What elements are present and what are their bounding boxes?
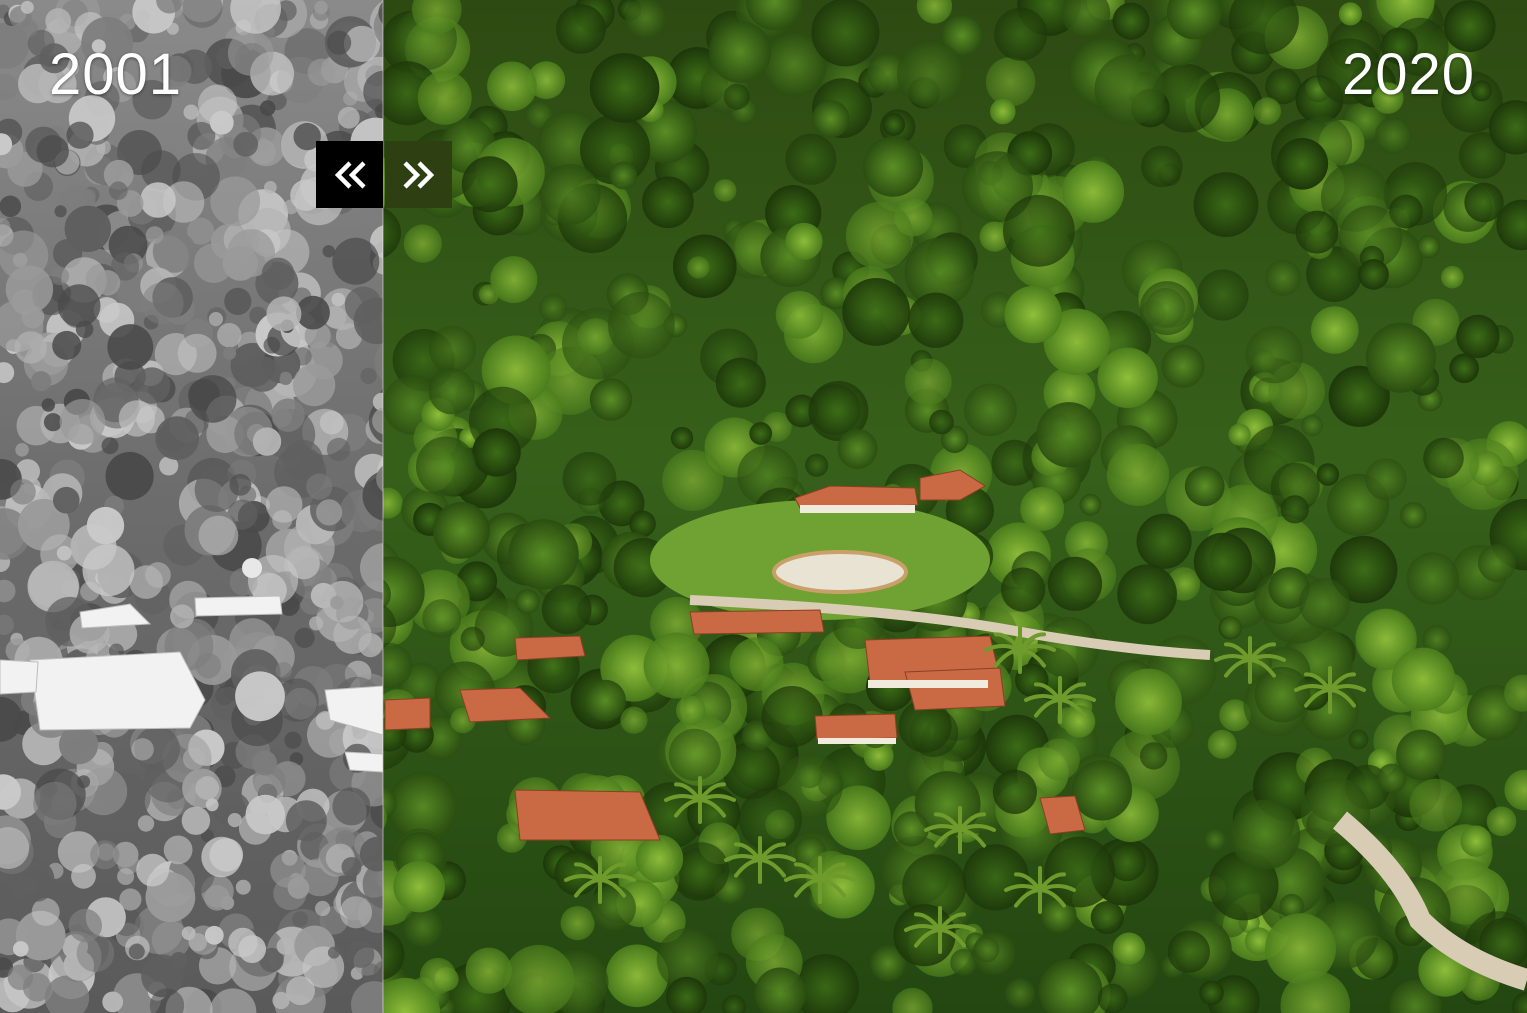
before-year-label: 2001 — [49, 42, 183, 107]
chevron-double-right-icon — [402, 160, 434, 189]
before-after-slider[interactable]: 2001 2020 — [0, 0, 1527, 1013]
chevron-double-left-icon — [334, 160, 366, 189]
slide-right-button[interactable] — [385, 141, 452, 208]
slide-left-button[interactable] — [316, 141, 383, 208]
after-year-label: 2020 — [1341, 42, 1475, 107]
